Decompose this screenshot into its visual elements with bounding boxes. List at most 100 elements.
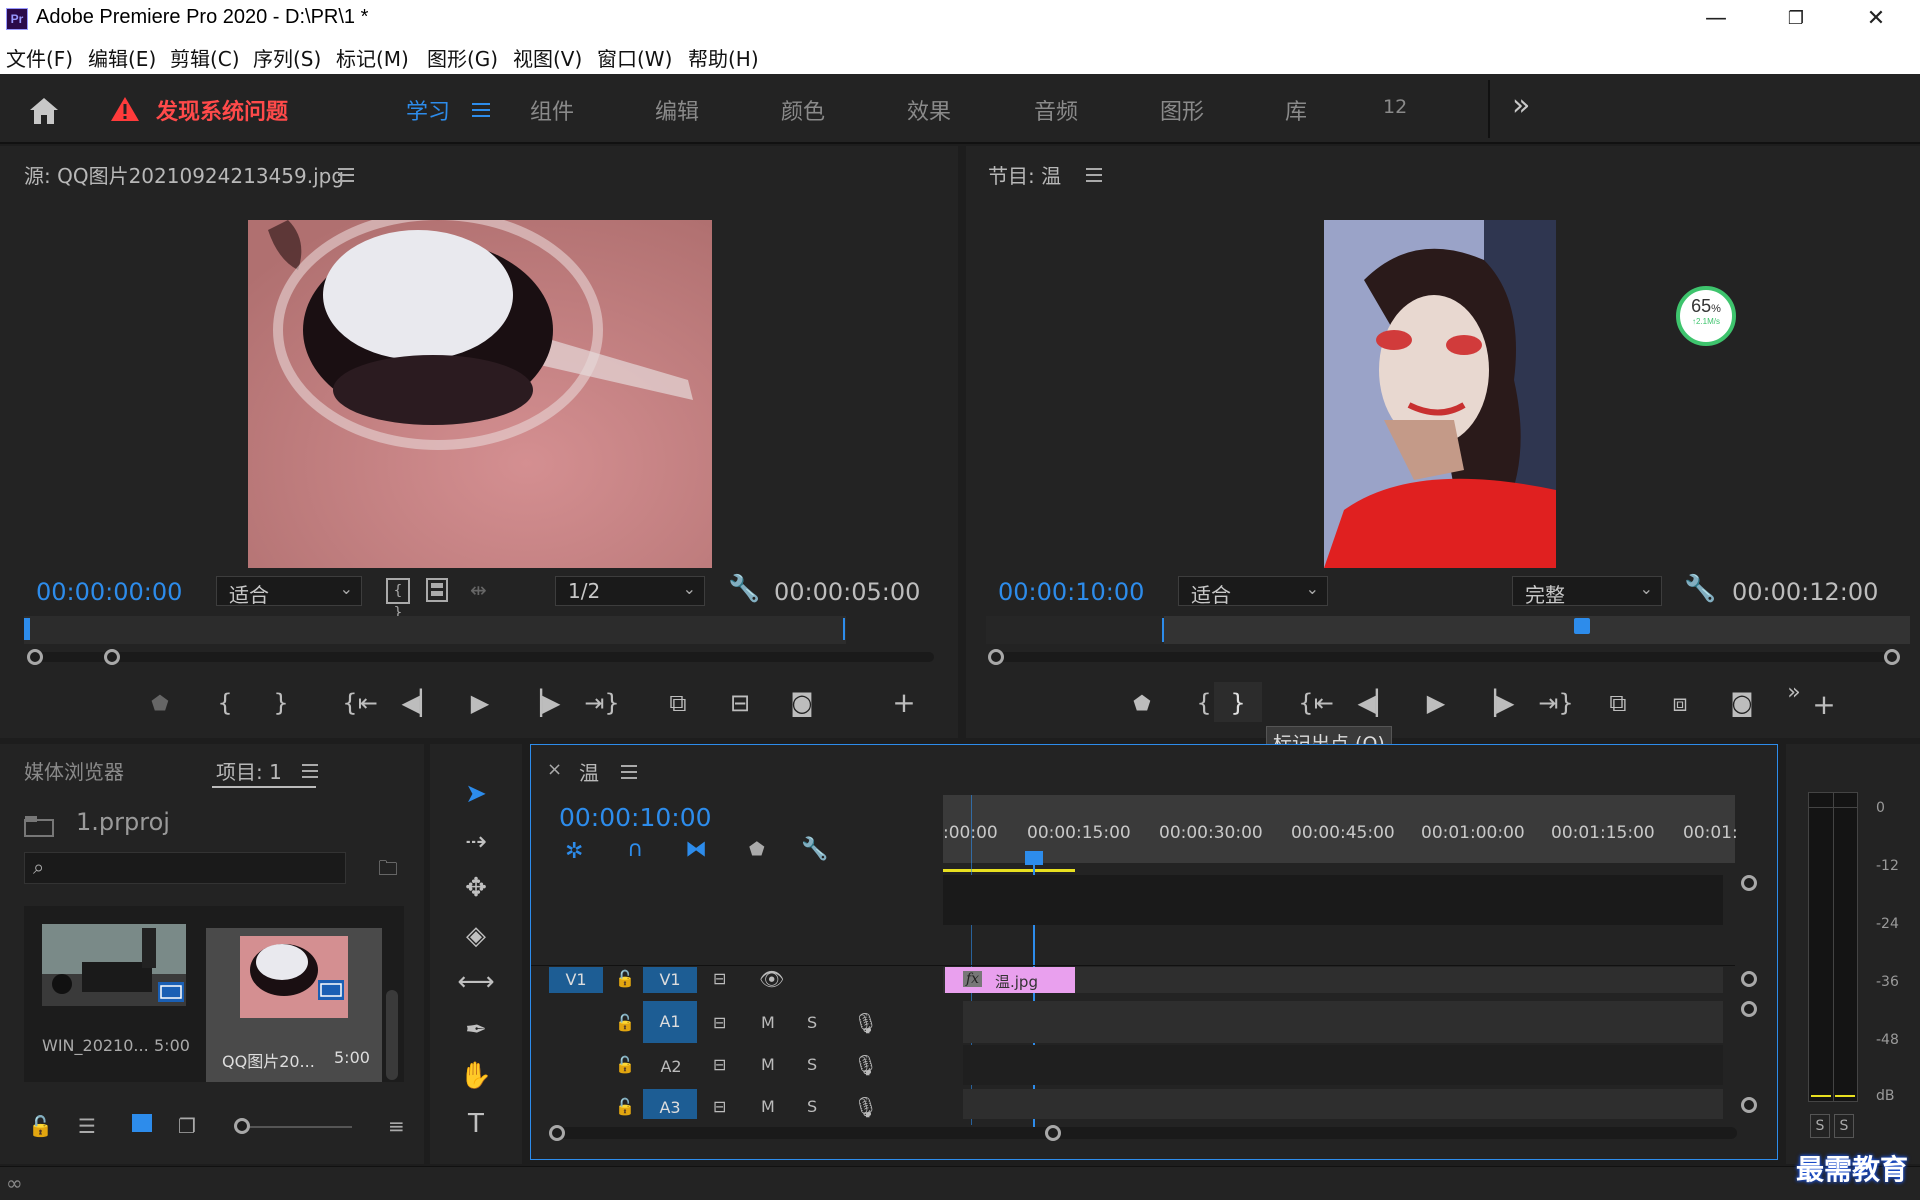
mute-button[interactable]: M	[761, 1055, 775, 1074]
project-search-input[interactable]: ⌕	[24, 852, 346, 884]
program-fit-dropdown[interactable]: 适合 ⌄	[1178, 576, 1328, 607]
hand-tool-icon[interactable]: ✋	[452, 1056, 500, 1096]
microphone-icon[interactable]: 🎙	[853, 1053, 878, 1077]
learn-menu-icon[interactable]	[472, 102, 490, 118]
timeline-clip[interactable]: fx 温.jpg	[945, 967, 1075, 993]
tab-12[interactable]: 12	[1383, 96, 1407, 118]
timeline-zoom-scrollbar[interactable]	[557, 1127, 1737, 1139]
timeline-settings-wrench-icon[interactable]: 🔧	[801, 837, 828, 862]
freeform-view-icon[interactable]: ❐	[178, 1114, 196, 1138]
selection-tool-icon[interactable]: ➤	[452, 774, 500, 814]
extract-button[interactable]: ⧈	[1660, 686, 1700, 720]
tab-audio[interactable]: 音频	[1034, 94, 1078, 126]
step-forward-button[interactable]: ▕▶	[522, 686, 562, 720]
a1-track-lane[interactable]	[963, 1001, 1723, 1043]
wrench-icon[interactable]: 🔧	[1684, 574, 1716, 604]
ripple-edit-tool-icon[interactable]: ✥	[452, 868, 500, 908]
menu-edit[interactable]: 编辑(E)	[88, 43, 156, 72]
menu-clip[interactable]: 剪辑(C)	[170, 43, 240, 72]
microphone-icon[interactable]: 🎙	[853, 1095, 878, 1119]
add-marker-icon[interactable]: ⬟	[140, 686, 180, 720]
drag-audio-icon[interactable]: ⇹	[470, 578, 487, 602]
insert-button[interactable]: ⧉	[658, 686, 698, 720]
menu-marker[interactable]: 标记(M)	[336, 43, 409, 72]
tab-libraries[interactable]: 库	[1285, 94, 1307, 126]
pen-tool-icon[interactable]: ✒	[452, 1010, 500, 1050]
program-monitor-title[interactable]: 节目: 温	[988, 160, 1061, 189]
project-scrollbar[interactable]	[386, 990, 398, 1080]
button-editor-plus-icon[interactable]: +	[884, 686, 924, 720]
mute-button[interactable]: M	[761, 1013, 775, 1032]
video-scroll-handle[interactable]	[1741, 971, 1757, 987]
go-to-in-button[interactable]: {⇤	[1296, 686, 1336, 720]
linked-selection-icon[interactable]: ⧓	[685, 837, 707, 862]
source-zoom-scrollbar[interactable]	[30, 652, 934, 662]
system-issue-alert[interactable]: 发现系统问题	[156, 94, 288, 126]
razor-tool-icon[interactable]: ◈	[452, 916, 500, 956]
track-target-a1[interactable]: A1	[643, 1001, 697, 1043]
go-to-in-button[interactable]: {⇤	[340, 686, 380, 720]
lift-button[interactable]: ⧉	[1598, 686, 1638, 720]
menu-window[interactable]: 窗口(W)	[597, 43, 672, 72]
a3-track-lane[interactable]	[963, 1089, 1723, 1119]
close-sequence-button[interactable]: ×	[547, 759, 562, 780]
track-lock-icon[interactable]: 🔓	[615, 1013, 635, 1032]
add-marker-icon[interactable]: ⬟	[1122, 686, 1162, 720]
add-marker-icon[interactable]: ⬟	[749, 839, 765, 860]
tab-assembly[interactable]: 组件	[530, 94, 574, 126]
zoom-slider-handle[interactable]	[234, 1118, 250, 1134]
source-playhead-timecode[interactable]: 00:00:00:00	[36, 578, 182, 606]
source-zoom-handle-right[interactable]	[104, 649, 120, 665]
panel-menu-icon[interactable]	[1086, 168, 1102, 182]
zoom-slider-track[interactable]	[240, 1126, 352, 1128]
safe-margins-icon[interactable]: { }	[386, 578, 410, 621]
program-quality-dropdown[interactable]: 完整 ⌄	[1512, 576, 1662, 607]
tab-learn[interactable]: 学习	[406, 94, 450, 126]
sequence-tab[interactable]: 温	[579, 757, 599, 786]
export-frame-camera-icon[interactable]: ◙	[1722, 686, 1762, 720]
solo-button[interactable]: S	[807, 1013, 817, 1032]
audio-scroll-handle[interactable]	[1741, 1097, 1757, 1113]
track-lock-icon[interactable]: 🔓	[615, 969, 635, 988]
solo-button[interactable]: S	[807, 1055, 817, 1074]
tab-media-browser[interactable]: 媒体浏览器	[24, 756, 124, 785]
solo-button[interactable]: S	[807, 1097, 817, 1116]
step-back-button[interactable]: ◀▏	[1356, 686, 1396, 720]
audio-scroll-handle[interactable]	[1741, 1001, 1757, 1017]
icon-view-icon[interactable]	[132, 1114, 152, 1132]
snap-magnet-icon[interactable]: ∩	[627, 837, 643, 862]
tab-graphics[interactable]: 图形	[1160, 94, 1204, 126]
menu-help[interactable]: 帮助(H)	[688, 43, 759, 72]
track-target-v1[interactable]: V1	[643, 967, 697, 993]
home-icon[interactable]	[26, 94, 62, 126]
lock-icon[interactable]: 🔓	[28, 1114, 53, 1138]
go-to-out-button[interactable]: ⇥}	[582, 686, 622, 720]
track-select-tool-icon[interactable]: ⇢	[452, 822, 500, 862]
tab-project[interactable]: 项目: 1	[216, 756, 282, 785]
slip-tool-icon[interactable]: ⟷	[452, 962, 500, 1002]
mark-in-button[interactable]: {	[205, 686, 245, 720]
wrench-icon[interactable]: 🔧	[728, 574, 760, 604]
empty-video-track-area[interactable]	[943, 875, 1723, 925]
sync-lock-icon[interactable]: ⊟	[713, 1013, 726, 1032]
timeline-zoom-handle-right[interactable]	[1045, 1125, 1061, 1141]
a2-track-lane[interactable]	[963, 1045, 1723, 1085]
program-zoom-handle-right[interactable]	[1884, 649, 1900, 665]
video-scroll-handle[interactable]	[1741, 875, 1757, 891]
go-to-out-button[interactable]: ⇥}	[1536, 686, 1576, 720]
timeline-zoom-handle-left[interactable]	[549, 1125, 565, 1141]
track-lock-icon[interactable]: 🔓	[615, 1097, 635, 1116]
step-back-button[interactable]: ◀▏	[400, 686, 440, 720]
new-search-bin-icon[interactable]: 🗀	[378, 854, 398, 888]
menu-view[interactable]: 视图(V)	[513, 43, 582, 72]
panel-menu-icon[interactable]	[621, 765, 637, 779]
menu-sequence[interactable]: 序列(S)	[253, 43, 321, 72]
source-time-ruler[interactable]	[24, 616, 846, 644]
nest-icon[interactable]: ✲	[565, 839, 583, 864]
mute-button[interactable]: M	[761, 1097, 775, 1116]
overwrite-button[interactable]: ⊟	[720, 686, 760, 720]
more-workspaces-button[interactable]: »	[1512, 88, 1530, 123]
minimize-button[interactable]: —	[1686, 4, 1746, 34]
creative-cloud-icon[interactable]: ∞	[6, 1171, 23, 1195]
panel-menu-icon[interactable]	[338, 168, 354, 182]
